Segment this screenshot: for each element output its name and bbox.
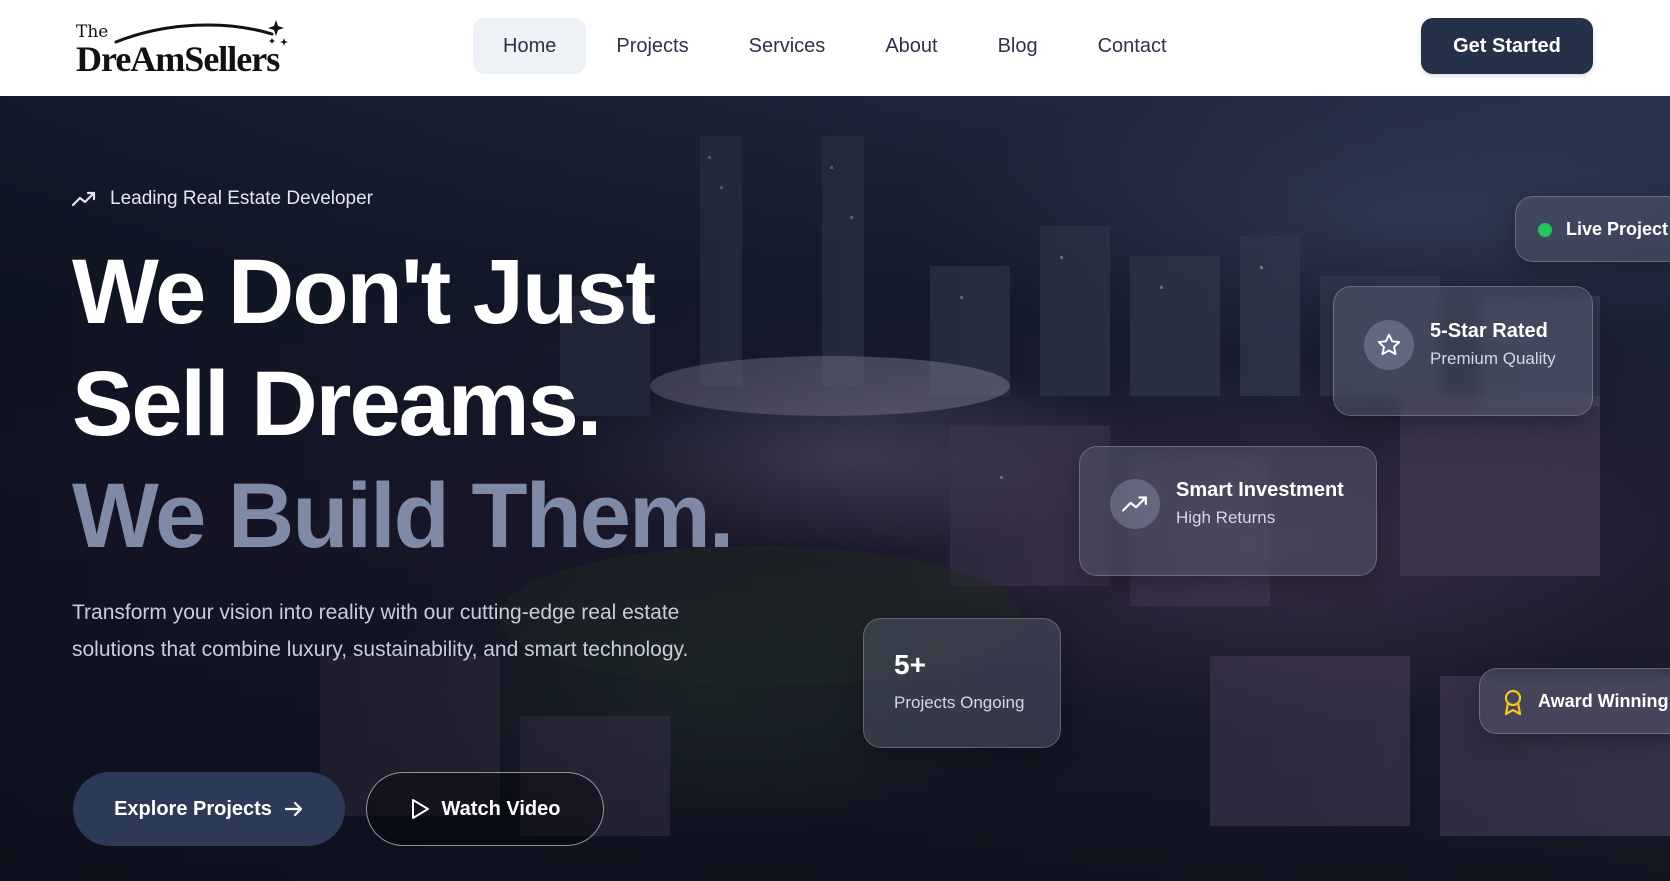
hero-eyebrow: Leading Real Estate Developer [72,188,373,210]
award-winning-badge: Award Winning [1479,668,1670,734]
award-icon [1504,689,1522,716]
trending-up-icon [1122,496,1147,512]
explore-projects-button[interactable]: Explore Projects [73,772,345,846]
star-icon [1377,333,1401,356]
five-star-title: 5-Star Rated [1430,320,1548,342]
main-nav: Home Projects Services About Blog Contac… [473,18,1197,74]
headline-line-1: We Don't Just [72,241,656,343]
nav-blog[interactable]: Blog [968,18,1068,74]
nav-home[interactable]: Home [473,18,587,74]
live-project-label: Live Project [1566,219,1669,239]
get-started-button[interactable]: Get Started [1421,18,1593,74]
nav-contact[interactable]: Contact [1068,18,1197,74]
smart-investment-card: Smart Investment High Returns [1079,446,1377,576]
projects-count: 5+ [894,649,926,680]
hero-eyebrow-text: Leading Real Estate Developer [110,188,374,209]
hero-section: Leading Real Estate Developer We Don't J… [0,96,1670,881]
nav-about[interactable]: About [855,18,967,74]
site-header: The DreAmSellers Home Projects Services … [0,0,1670,96]
nav-projects[interactable]: Projects [586,18,718,74]
hero-headline: We Don't Just Sell Dreams. We Build Them… [72,236,734,572]
arrow-right-icon [284,801,303,817]
watch-video-label: Watch Video [441,797,561,820]
brand-logo[interactable]: The DreAmSellers [76,20,296,79]
smart-investment-subtitle: High Returns [1176,508,1276,527]
trending-up-icon [72,191,96,207]
smart-investment-title: Smart Investment [1176,479,1344,501]
explore-projects-label: Explore Projects [114,797,272,820]
live-status-dot [1538,223,1552,237]
star-icon-wrap [1364,320,1414,370]
projects-ongoing-label: Projects Ongoing [894,693,1025,712]
headline-line-3: We Build Them. [72,465,734,567]
logo-swoosh-icon [114,20,288,46]
trending-icon-wrap [1110,479,1160,529]
nav-services[interactable]: Services [719,18,856,74]
headline-line-2: Sell Dreams. [72,353,602,455]
five-star-subtitle: Premium Quality [1430,349,1556,368]
award-winning-label: Award Winning [1538,691,1669,711]
play-icon [411,799,429,819]
watch-video-button[interactable]: Watch Video [366,772,604,846]
hero-description: Transform your vision into reality with … [72,601,689,661]
live-project-badge: Live Project [1515,196,1670,262]
five-star-card: 5-Star Rated Premium Quality [1333,286,1593,416]
projects-ongoing-card: 5+ Projects Ongoing [863,618,1061,748]
